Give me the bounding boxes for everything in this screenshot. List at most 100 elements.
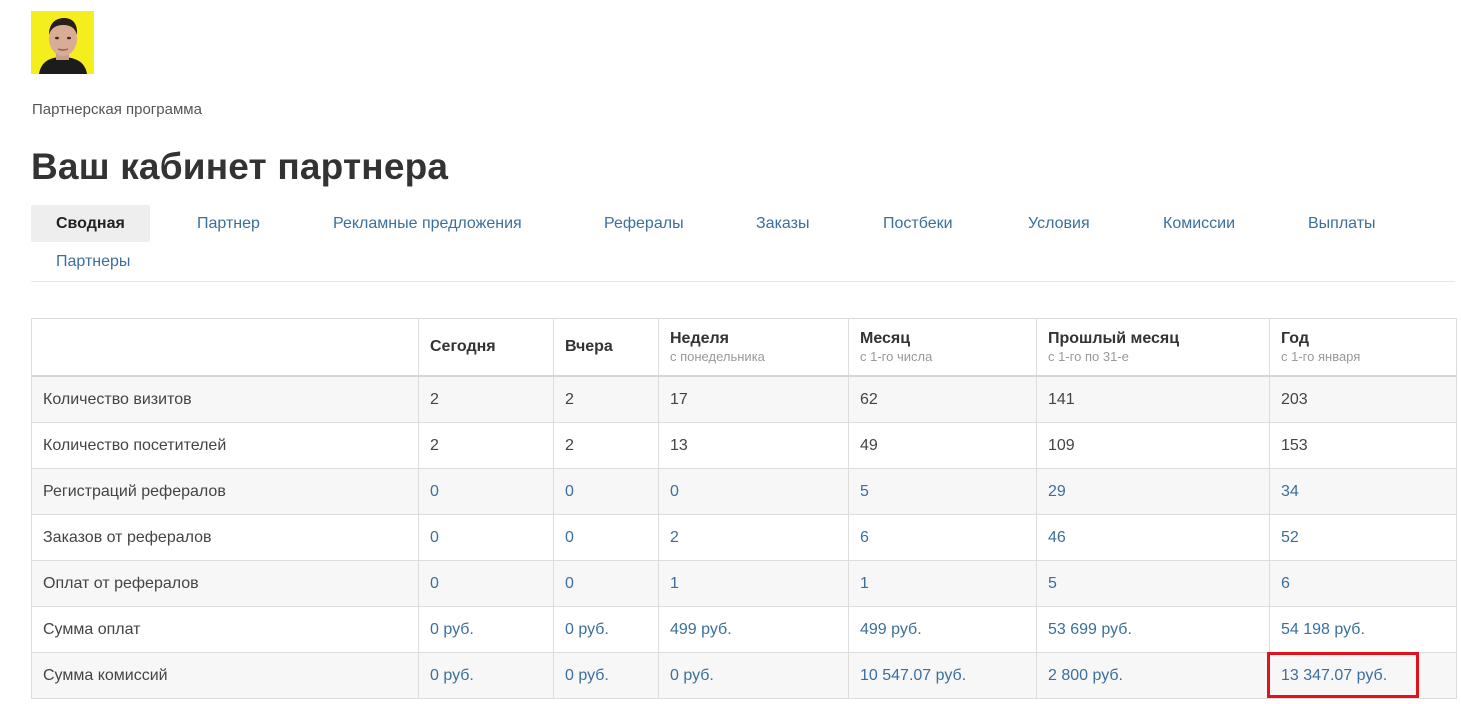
table-cell: 0 — [418, 514, 554, 561]
avatar[interactable] — [31, 11, 94, 74]
table-row: Количество визитов 2 2 17 62 141 203 — [31, 375, 1457, 423]
table-cell: 52 — [1269, 514, 1457, 561]
cell-link[interactable]: 54 198 руб. — [1281, 621, 1365, 638]
table-cell: 2 — [553, 422, 659, 469]
stats-table: Сегодня Вчера Неделя с понедельника Меся… — [31, 318, 1457, 699]
cell-link[interactable]: 0 руб. — [430, 621, 474, 638]
row-label: Оплат от рефералов — [31, 560, 419, 607]
tab-ad-offers[interactable]: Рекламные предложения — [333, 205, 522, 242]
table-row: Заказов от рефералов 0 0 2 6 46 52 — [31, 514, 1457, 561]
cell-link[interactable]: 52 — [1281, 529, 1299, 546]
row-label: Количество визитов — [31, 375, 419, 423]
user-photo-icon — [31, 11, 94, 74]
table-cell: 0 руб. — [658, 652, 849, 699]
cell-link[interactable]: 0 — [565, 483, 574, 500]
page: Партнерская программа Ваш кабинет партне… — [0, 0, 1461, 704]
cell-link[interactable]: 0 — [430, 575, 439, 592]
table-row: Количество посетителей 2 2 13 49 109 153 — [31, 422, 1457, 469]
tab-postbacks[interactable]: Постбеки — [883, 205, 953, 242]
table-cell: 0 руб. — [418, 652, 554, 699]
table-cell: 6 — [1269, 560, 1457, 607]
table-row: Сумма оплат 0 руб. 0 руб. 499 руб. 499 руб. 5… — [31, 606, 1457, 653]
cell-link[interactable]: 0 — [430, 529, 439, 546]
table-cell: 62 — [848, 375, 1037, 423]
cell-link[interactable]: 5 — [1048, 575, 1057, 592]
cell-link[interactable]: 1 — [860, 575, 869, 592]
table-cell: 53 699 руб. — [1036, 606, 1270, 653]
table-cell: 5 — [848, 468, 1037, 515]
tab-orders[interactable]: Заказы — [756, 205, 809, 242]
table-cell: 10 547.07 руб. — [848, 652, 1037, 699]
header-week: Неделя с понедельника — [658, 318, 849, 377]
cell-link[interactable]: 2 — [670, 529, 679, 546]
table-cell: 0 — [553, 560, 659, 607]
table-cell: 54 198 руб. — [1269, 606, 1457, 653]
table-cell: 2 — [553, 375, 659, 423]
cell-link[interactable]: 34 — [1281, 483, 1299, 500]
cell-link[interactable]: 2 800 руб. — [1048, 667, 1123, 684]
table-cell: 17 — [658, 375, 849, 423]
cell-link[interactable]: 6 — [1281, 575, 1290, 592]
row-label: Заказов от рефералов — [31, 514, 419, 561]
table-cell: 0 руб. — [418, 606, 554, 653]
cell-link[interactable]: 46 — [1048, 529, 1066, 546]
breadcrumb[interactable]: Партнерская программа — [32, 101, 202, 118]
tab-partners[interactable]: Партнеры — [56, 243, 130, 280]
cell-link[interactable]: 0 руб. — [565, 621, 609, 638]
table-cell: 0 — [418, 468, 554, 515]
row-label: Регистраций рефералов — [31, 468, 419, 515]
table-cell: 29 — [1036, 468, 1270, 515]
header-today: Сегодня — [418, 318, 554, 377]
tab-payouts[interactable]: Выплаты — [1308, 205, 1376, 242]
table-cell: 0 руб. — [553, 606, 659, 653]
cell-link[interactable]: 13 347.07 руб. — [1281, 667, 1387, 684]
header-last-month: Прошлый месяц с 1-го по 31-е — [1036, 318, 1270, 377]
cell-link[interactable]: 0 — [670, 483, 679, 500]
cell-link[interactable]: 10 547.07 руб. — [860, 667, 966, 684]
table-row: Сумма комиссий 0 руб. 0 руб. 0 руб. 10 547.0… — [31, 652, 1457, 699]
header-yesterday: Вчера — [553, 318, 659, 377]
table-row: Регистраций рефералов 0 0 0 5 29 34 — [31, 468, 1457, 515]
table-cell: 499 руб. — [658, 606, 849, 653]
table-cell: 0 руб. — [553, 652, 659, 699]
tab-referrals[interactable]: Рефералы — [604, 205, 684, 242]
cell-link[interactable]: 0 руб. — [670, 667, 714, 684]
tab-summary[interactable]: Сводная — [31, 205, 150, 242]
table-cell: 13 347.07 руб. — [1269, 652, 1457, 699]
table-cell: 6 — [848, 514, 1037, 561]
cell-link[interactable]: 0 — [430, 483, 439, 500]
cell-link[interactable]: 0 руб. — [430, 667, 474, 684]
table-cell: 2 — [418, 375, 554, 423]
table-cell: 5 — [1036, 560, 1270, 607]
table-cell: 2 — [418, 422, 554, 469]
table-cell: 109 — [1036, 422, 1270, 469]
cell-link[interactable]: 29 — [1048, 483, 1066, 500]
table-cell: 0 — [553, 514, 659, 561]
table-cell: 1 — [848, 560, 1037, 607]
cell-link[interactable]: 499 руб. — [860, 621, 922, 638]
tab-commissions[interactable]: Комиссии — [1163, 205, 1235, 242]
header-empty — [31, 318, 419, 377]
cell-link[interactable]: 1 — [670, 575, 679, 592]
row-label: Сумма оплат — [31, 606, 419, 653]
table-cell: 2 800 руб. — [1036, 652, 1270, 699]
tab-bar: Сводная Партнер Рекламные предложения Ре… — [31, 205, 1455, 282]
cell-link[interactable]: 499 руб. — [670, 621, 732, 638]
cell-link[interactable]: 53 699 руб. — [1048, 621, 1132, 638]
table-cell: 0 — [553, 468, 659, 515]
table-cell: 1 — [658, 560, 849, 607]
page-title: Ваш кабинет партнера — [31, 146, 449, 187]
table-cell: 34 — [1269, 468, 1457, 515]
table-cell: 141 — [1036, 375, 1270, 423]
cell-link[interactable]: 0 руб. — [565, 667, 609, 684]
row-label: Сумма комиссий — [31, 652, 419, 699]
tab-partner[interactable]: Партнер — [197, 205, 260, 242]
table-header-row: Сегодня Вчера Неделя с понедельника Меся… — [31, 318, 1457, 377]
tab-conditions[interactable]: Условия — [1028, 205, 1090, 242]
cell-link[interactable]: 0 — [565, 529, 574, 546]
table-row: Оплат от рефералов 0 0 1 1 5 6 — [31, 560, 1457, 607]
cell-link[interactable]: 0 — [565, 575, 574, 592]
table-cell: 2 — [658, 514, 849, 561]
cell-link[interactable]: 5 — [860, 483, 869, 500]
cell-link[interactable]: 6 — [860, 529, 869, 546]
